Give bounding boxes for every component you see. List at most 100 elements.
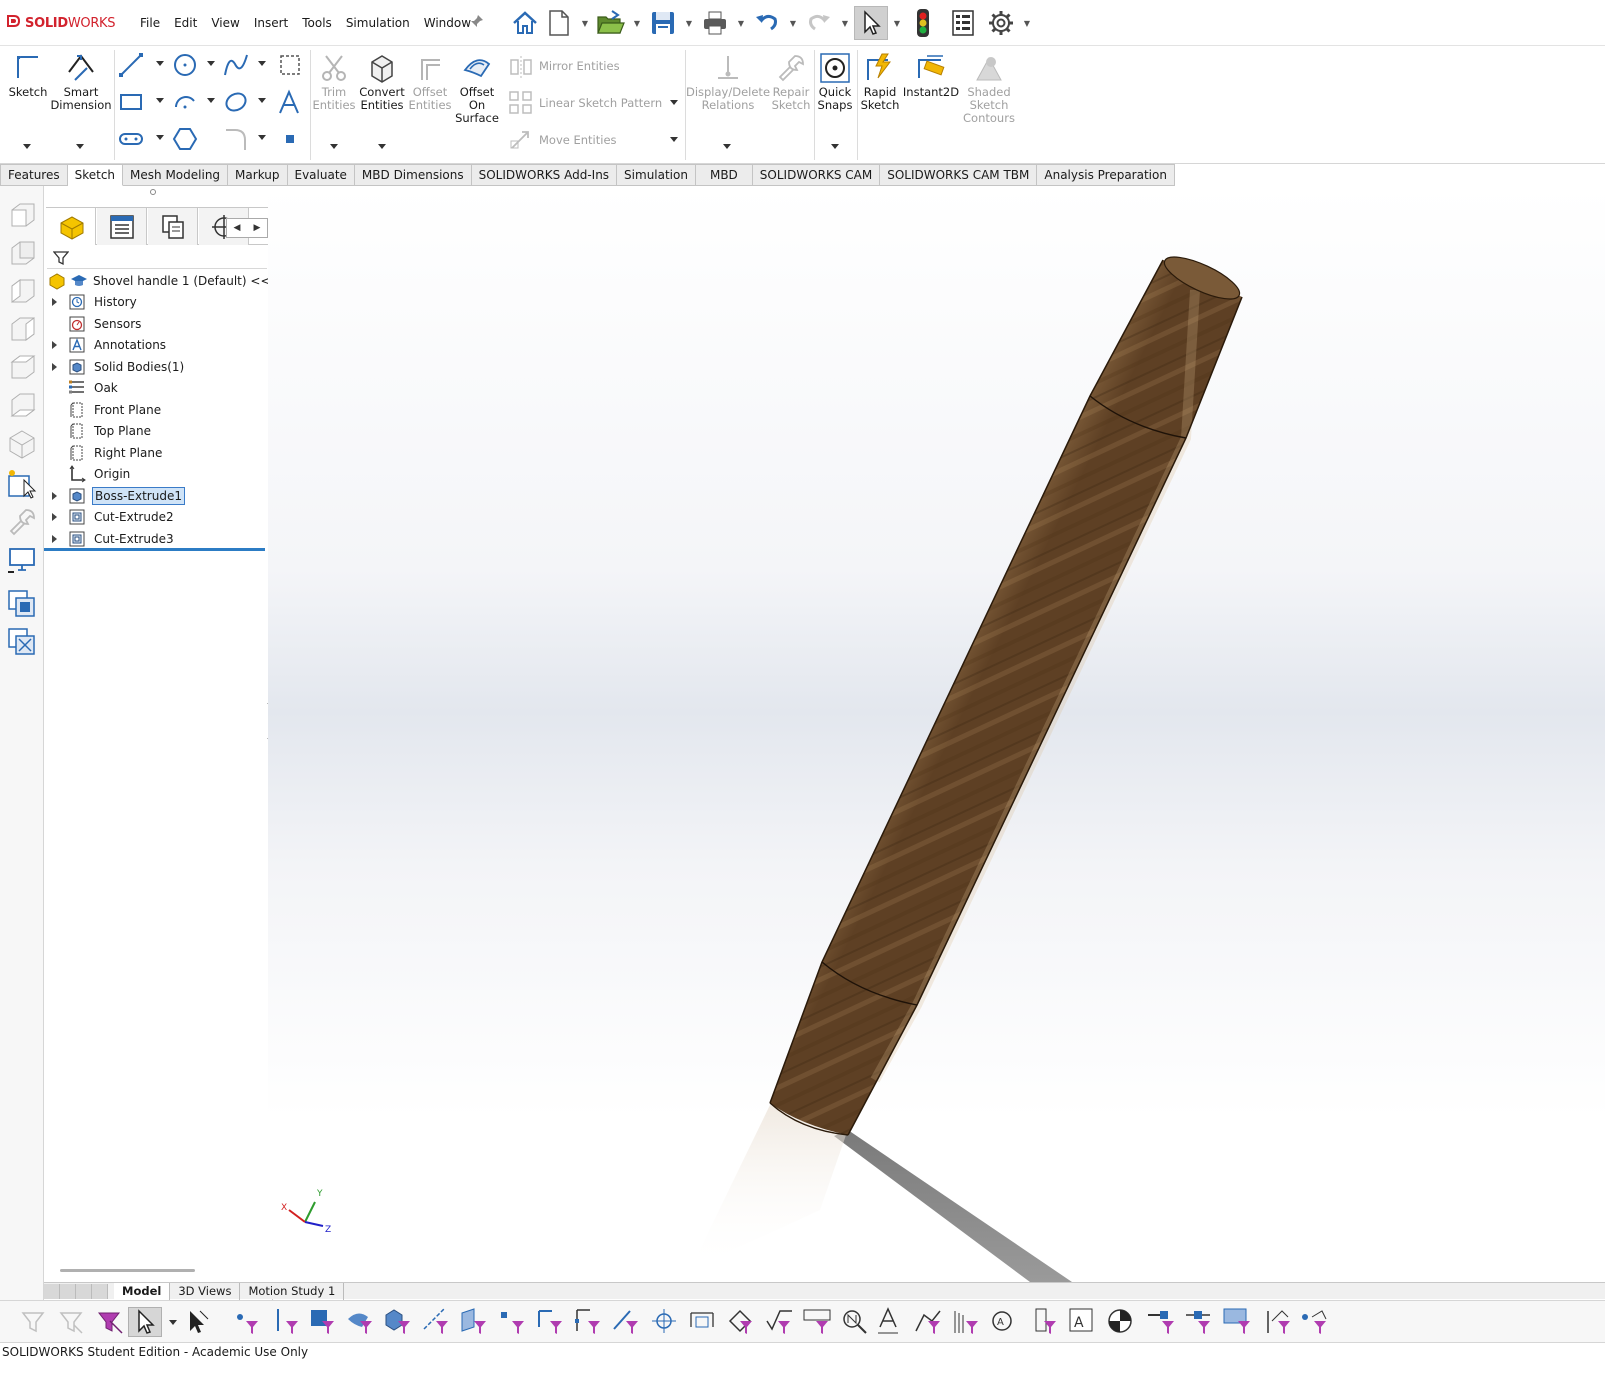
open-button[interactable] (594, 6, 628, 40)
filter-centerline-icon[interactable] (650, 1307, 680, 1337)
tab-3d-views[interactable]: 3D Views (170, 1282, 241, 1300)
relations-dropdown-arrow[interactable] (723, 144, 731, 149)
tab-solidworks-cam[interactable]: SOLIDWORKS CAM (752, 164, 881, 186)
arc-icon[interactable] (172, 89, 198, 115)
filter-solid-bodies-icon[interactable] (384, 1307, 414, 1337)
instant2d-button[interactable]: Instant2D (903, 52, 959, 99)
filter-sketch-points-icon[interactable] (498, 1307, 528, 1337)
tab-mesh-modeling[interactable]: Mesh Modeling (123, 164, 229, 186)
filter-connection-points-icon[interactable] (1146, 1307, 1176, 1337)
tree-item-annotations[interactable]: Annotations (44, 335, 273, 357)
trim-dropdown-arrow[interactable] (330, 144, 338, 149)
filter-notes-icon[interactable] (840, 1307, 870, 1337)
tree-item-cut-extrude3[interactable]: Cut-Extrude3 (44, 528, 273, 550)
rectangle-icon[interactable] (118, 89, 144, 115)
tab-scroll-right-icon[interactable]: ▶ (247, 219, 267, 237)
filter-bom-icon[interactable] (1266, 1307, 1296, 1337)
selection-dropdown-arrow[interactable] (169, 1320, 177, 1325)
tab-configuration-manager[interactable] (148, 208, 198, 245)
save-dropdown-arrow[interactable]: ▼ (680, 6, 698, 40)
redo-dropdown-arrow[interactable]: ▼ (836, 6, 854, 40)
tree-root-part[interactable]: Shovel handle 1 (Default) <<Defa (44, 270, 299, 292)
circle-dropdown-arrow[interactable] (207, 61, 215, 66)
redo-button[interactable] (802, 6, 836, 40)
panel-grip-icon[interactable] (150, 189, 156, 195)
filter-section-view-icon[interactable] (1106, 1307, 1136, 1337)
model-view[interactable]: Y X Z (268, 186, 1605, 1282)
tree-item-front-plane[interactable]: Front Plane (44, 399, 273, 421)
sketch-select-icon[interactable] (6, 468, 38, 500)
filter-axes-icon[interactable] (422, 1307, 452, 1337)
offset-entities-button[interactable]: Offset Entities (408, 52, 452, 112)
display-pane-icon[interactable] (6, 544, 38, 576)
tree-item-history[interactable]: History (44, 292, 273, 314)
options-dropdown-arrow[interactable]: ▼ (1018, 6, 1036, 40)
tab-mbd[interactable]: MBD (695, 164, 753, 186)
save-button[interactable] (646, 6, 680, 40)
graphics-area[interactable]: Y X Z (268, 186, 1605, 1282)
tab-motion-study-1[interactable]: Motion Study 1 (240, 1282, 345, 1300)
tree-item-top-plane[interactable]: Top Plane (44, 421, 273, 443)
filter-planes-icon[interactable] (460, 1307, 490, 1337)
tree-item-cut-extrude2[interactable]: Cut-Extrude2 (44, 507, 273, 529)
quick-snaps-dropdown-arrow[interactable] (831, 144, 839, 149)
tree-item-right-plane[interactable]: Right Plane (44, 442, 273, 464)
repair-sketch-button[interactable]: Repair Sketch (770, 52, 812, 112)
expand-arrow-icon[interactable] (52, 491, 57, 500)
filter-vertices-icon[interactable] (232, 1307, 262, 1337)
tree-item-material[interactable]: Oak (44, 378, 273, 400)
filter-cosmetic-threads-icon[interactable] (952, 1307, 982, 1337)
new-dropdown-arrow[interactable]: ▼ (576, 6, 594, 40)
rectangle-dropdown-arrow[interactable] (156, 98, 164, 103)
rebuild-button[interactable] (906, 6, 940, 40)
filter-datum-features-icon[interactable] (876, 1307, 906, 1337)
tab-model[interactable]: Model (114, 1282, 171, 1300)
print-dropdown-arrow[interactable]: ▼ (732, 6, 750, 40)
filter-sketch-segments-icon[interactable] (536, 1307, 566, 1337)
filter-components-icon[interactable] (1222, 1307, 1252, 1337)
sketch-button[interactable]: Sketch (8, 52, 48, 99)
menu-simulation[interactable]: Simulation (346, 16, 410, 30)
file-properties-button[interactable] (946, 6, 980, 40)
fillet-dropdown-arrow[interactable] (258, 135, 266, 140)
circle-icon[interactable] (172, 52, 198, 78)
tree-horizontal-scrollbar[interactable] (60, 1269, 195, 1272)
filter-edges-icon[interactable] (272, 1307, 302, 1337)
sketch-dropdown-arrow[interactable] (23, 144, 31, 149)
tab-navigation-arrows[interactable] (44, 1283, 108, 1299)
filter-datum-targets-icon[interactable] (914, 1307, 944, 1337)
tree-item-boss-extrude1[interactable]: Boss-Extrude1 (44, 485, 273, 507)
mirror-entities-label[interactable]: Mirror Entities (539, 59, 620, 73)
solidworks-logo[interactable]: SOLIDWORKS (6, 14, 116, 32)
menu-file[interactable]: File (140, 16, 160, 30)
pin-menu-icon[interactable] (470, 14, 484, 32)
menu-insert[interactable]: Insert (254, 16, 288, 30)
filter-surface-bodies-icon[interactable] (346, 1307, 376, 1337)
linear-sketch-pattern-icon[interactable] (508, 90, 534, 116)
tab-sketch[interactable]: Sketch (67, 164, 124, 186)
point-icon[interactable] (277, 126, 303, 152)
bottom-view-icon[interactable] (6, 390, 38, 422)
rapid-sketch-button[interactable]: Rapid Sketch (860, 52, 900, 112)
undo-dropdown-arrow[interactable]: ▼ (784, 6, 802, 40)
tab-property-manager[interactable] (97, 208, 147, 245)
move-entities-icon[interactable] (508, 126, 534, 152)
expand-arrow-icon[interactable] (52, 362, 57, 371)
slot-icon[interactable] (118, 126, 144, 152)
filter-mates-icon[interactable] (1184, 1307, 1214, 1337)
move-entities-label[interactable]: Move Entities (539, 133, 617, 147)
undo-button[interactable] (750, 6, 784, 40)
tab-scroll-left-icon[interactable]: ◀ (227, 219, 247, 237)
shaded-sketch-contours-button[interactable]: Shaded Sketch Contours (962, 52, 1016, 125)
expand-arrow-icon[interactable] (52, 534, 57, 543)
select-all-filters-icon[interactable] (94, 1307, 124, 1337)
tab-markup[interactable]: Markup (228, 164, 288, 186)
quick-snaps-button[interactable]: Quick Snaps (815, 52, 855, 112)
tree-item-origin[interactable]: Origin (44, 464, 273, 486)
smart-dimension-button[interactable]: Smart Dimension (50, 52, 112, 112)
back-view-icon[interactable] (6, 238, 38, 270)
appearances-palette-icon[interactable] (6, 626, 38, 658)
tree-item-solid-bodies[interactable]: Solid Bodies(1) (44, 356, 273, 378)
filter-midpoints-icon[interactable] (574, 1307, 604, 1337)
tree-item-sensors[interactable]: Sensors (44, 313, 273, 335)
